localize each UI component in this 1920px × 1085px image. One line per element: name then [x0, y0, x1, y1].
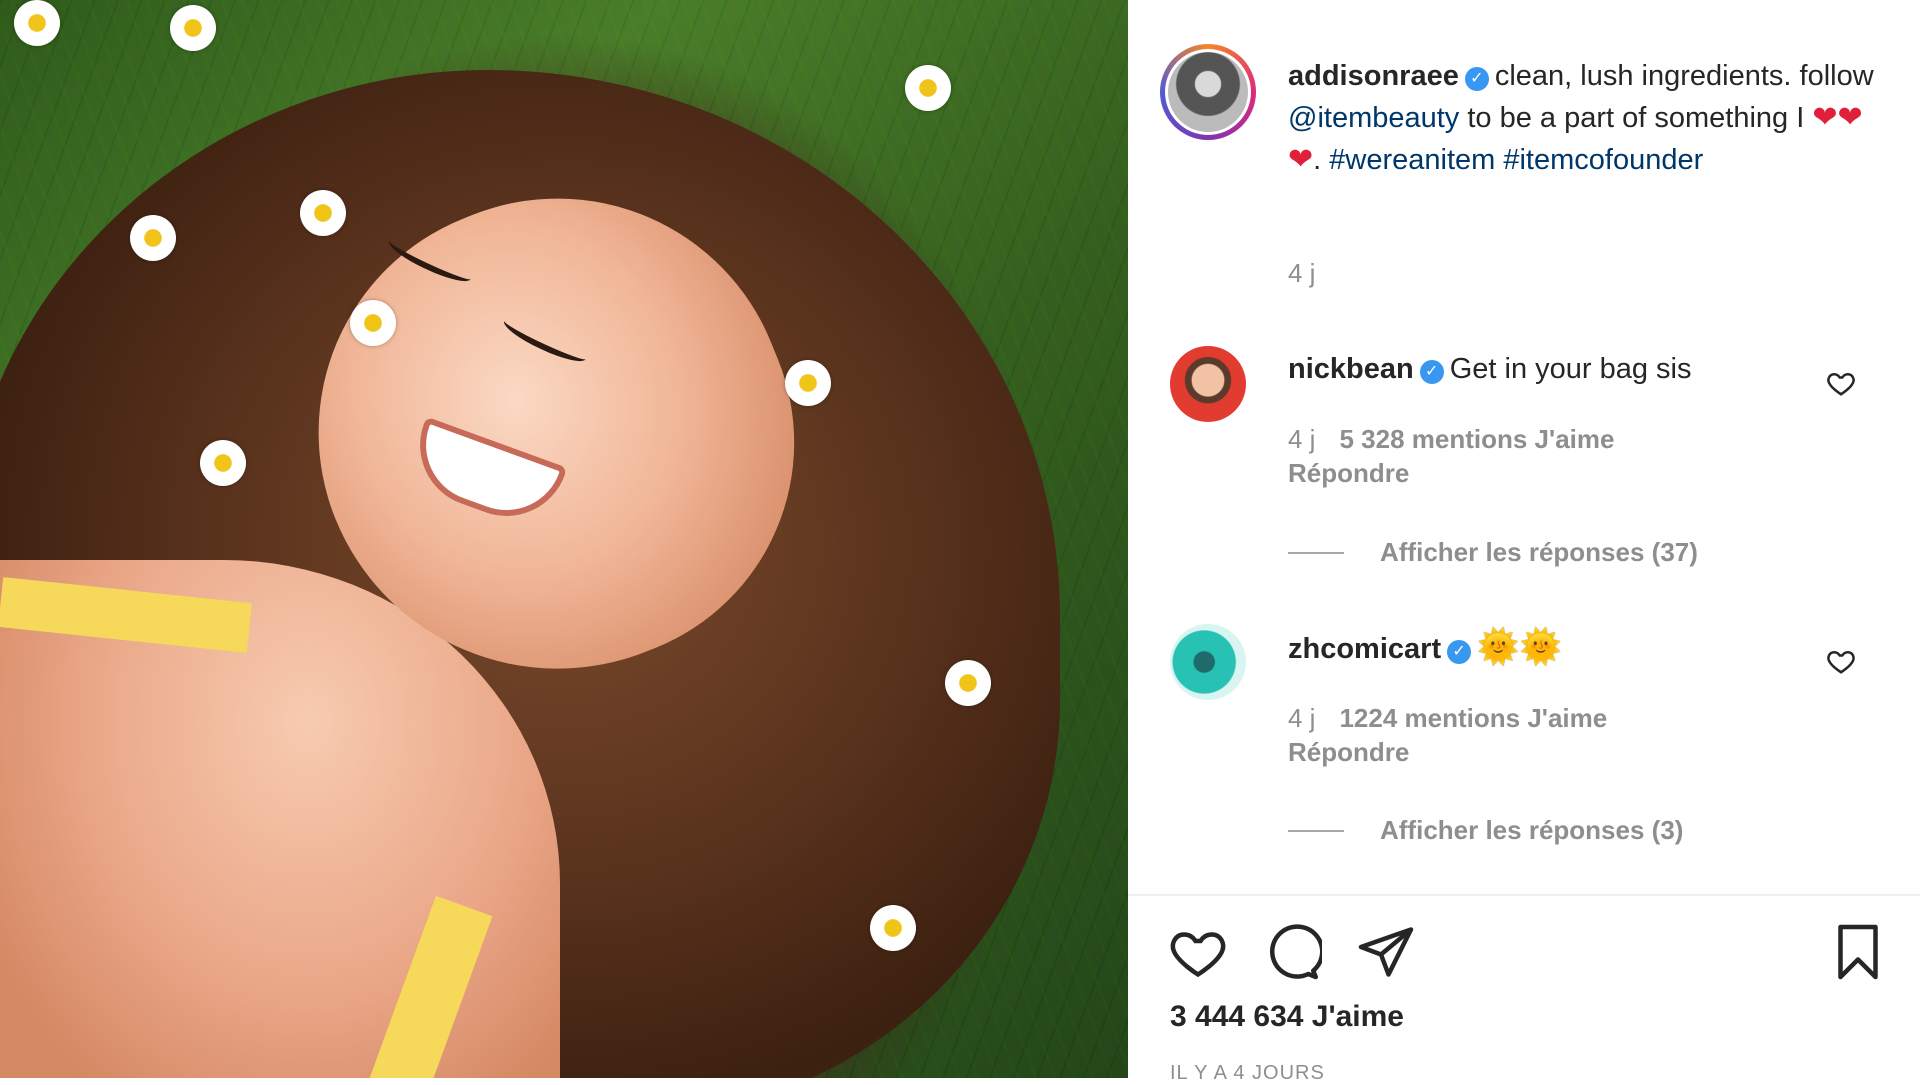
- comment-heart-icon[interactable]: [1826, 646, 1856, 676]
- daisy-flower: [130, 215, 176, 261]
- paper-plane-icon[interactable]: [1356, 922, 1416, 982]
- daisy-flower: [350, 300, 396, 346]
- comment-meta: 4 j 5 328 mentions J'aime: [1288, 424, 1614, 455]
- hashtag-link[interactable]: #wereanitem: [1329, 144, 1495, 176]
- daisy-flower: [14, 0, 60, 46]
- actions-divider: [1128, 894, 1920, 896]
- comment-bubble-icon[interactable]: [1262, 922, 1322, 982]
- comment-body: nickbean ✓ Get in your bag sis: [1288, 348, 1848, 390]
- caption-text: to be a part of something I: [1459, 102, 1813, 134]
- post-caption: addisonraee ✓ clean, lush ingredients. fol…: [1288, 55, 1888, 181]
- commenter-username[interactable]: nickbean: [1288, 353, 1414, 385]
- commenter-username[interactable]: zhcomicart: [1288, 633, 1441, 665]
- daisy-flower: [200, 440, 246, 486]
- daisy-flower: [945, 660, 991, 706]
- replies-divider-line: [1288, 551, 1344, 554]
- comment-body: zhcomicart ✓ 🌞🌞: [1288, 626, 1848, 670]
- reply-button[interactable]: Répondre: [1288, 737, 1409, 768]
- caption-text: .: [1313, 144, 1330, 176]
- replies-divider-line: [1288, 829, 1344, 832]
- heart-outline-icon[interactable]: [1168, 922, 1228, 982]
- posted-ago: IL Y A 4 JOURS: [1170, 1062, 1325, 1084]
- verified-badge-icon: ✓: [1419, 360, 1444, 384]
- caption-mention-link[interactable]: @itembeauty: [1288, 102, 1459, 134]
- post-time-text: 4 j: [1288, 258, 1316, 288]
- comment-meta: 4 j 1224 mentions J'aime: [1288, 703, 1607, 734]
- author-username[interactable]: addisonraee: [1288, 60, 1459, 92]
- comment-likes[interactable]: 1224 mentions J'aime: [1339, 703, 1607, 733]
- commenter-avatar[interactable]: [1170, 624, 1246, 700]
- author-avatar-image: [1168, 52, 1248, 132]
- hashtag-link[interactable]: #itemcofounder: [1503, 144, 1703, 176]
- view-replies-label: Afficher les réponses (37): [1380, 537, 1698, 567]
- view-replies-button[interactable]: Afficher les réponses (37): [1288, 537, 1698, 568]
- comment-text: Get in your bag sis: [1449, 353, 1692, 385]
- comment-likes[interactable]: 5 328 mentions J'aime: [1339, 424, 1614, 454]
- comment-time: 4 j: [1288, 424, 1316, 454]
- post-time: 4 j: [1288, 258, 1339, 289]
- post-details-panel: addisonraee ✓ clean, lush ingredients. fol…: [1128, 0, 1920, 1084]
- view-replies-label: Afficher les réponses (3): [1380, 815, 1684, 845]
- daisy-flower: [300, 190, 346, 236]
- verified-badge-icon: ✓: [1464, 67, 1489, 91]
- avatar-ring-inner: [1165, 49, 1251, 135]
- view-replies-button[interactable]: Afficher les réponses (3): [1288, 815, 1683, 846]
- bookmark-icon[interactable]: [1828, 922, 1888, 982]
- sun-emoji: 🌞🌞: [1477, 628, 1562, 666]
- commenter-avatar[interactable]: [1170, 346, 1246, 422]
- reply-button[interactable]: Répondre: [1288, 458, 1409, 489]
- daisy-flower: [905, 65, 951, 111]
- post-image[interactable]: [0, 0, 1128, 1078]
- daisy-flower: [785, 360, 831, 406]
- daisy-flower: [170, 5, 216, 51]
- caption-text: clean, lush ingredients. follow: [1494, 60, 1874, 92]
- author-avatar[interactable]: [1160, 44, 1256, 140]
- comment-time: 4 j: [1288, 703, 1316, 733]
- daisy-flower: [870, 905, 916, 951]
- comment-heart-icon[interactable]: [1826, 368, 1856, 398]
- verified-badge-icon: ✓: [1447, 640, 1472, 664]
- likes-count[interactable]: 3 444 634 J'aime: [1170, 1000, 1404, 1034]
